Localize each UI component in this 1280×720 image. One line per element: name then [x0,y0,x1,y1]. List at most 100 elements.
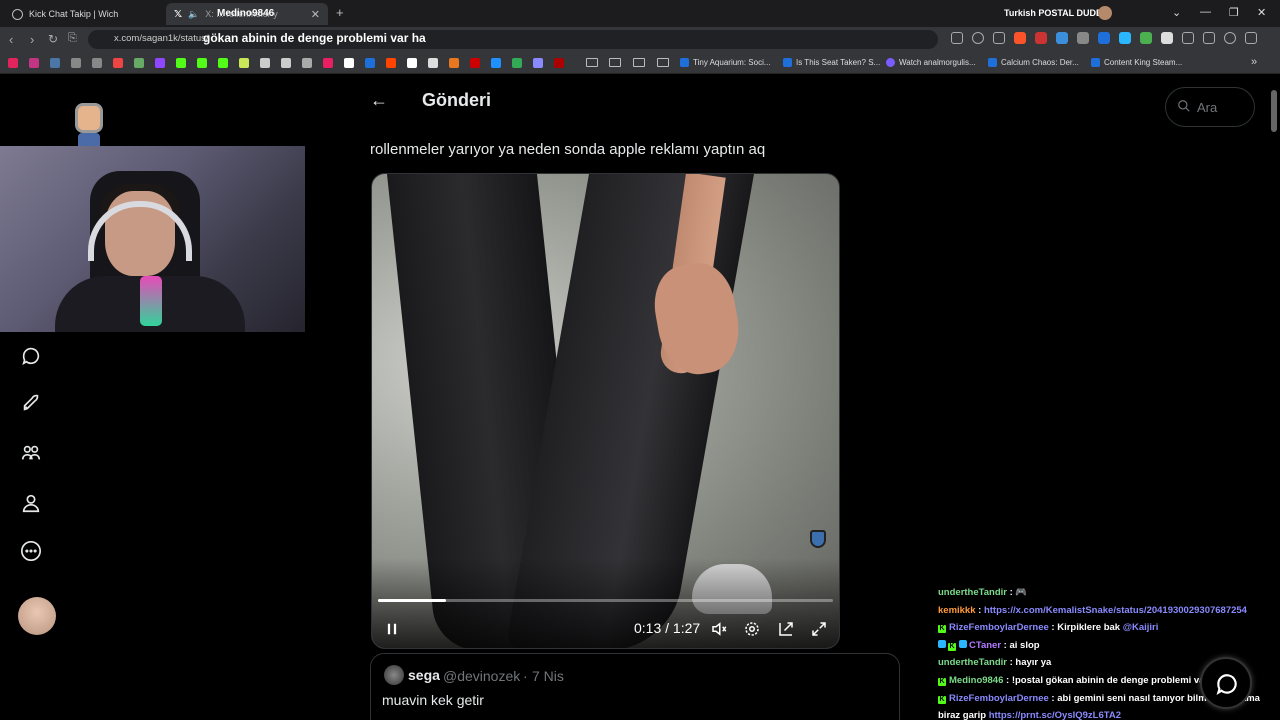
volume-icon[interactable] [709,619,729,639]
chat-overlay-username: Medino9846 [217,8,275,19]
bookmark-favicon-icon[interactable] [344,58,354,68]
bookmark-favicon-icon[interactable] [155,58,165,68]
bookmark-item[interactable]: Is This Seat Taken? S... [783,58,880,67]
extension-icon[interactable] [1077,32,1089,44]
profile-avatar[interactable] [1098,6,1112,20]
maximize-button[interactable]: ❐ [1229,6,1239,19]
profile-icon[interactable] [18,490,44,516]
chat-link[interactable]: https://x.com/KemalistSnake/status/20419… [984,605,1247,616]
zoom-icon[interactable] [972,32,984,44]
bookmark-favicon-icon[interactable] [365,58,375,68]
bookmark-favicon-icon[interactable] [71,58,81,68]
bookmark-favicon-icon[interactable] [428,58,438,68]
bookmark-favicon-icon[interactable] [113,58,123,68]
bookmark-favicon-icon[interactable] [449,58,459,68]
quote-author-name[interactable]: sega [408,667,440,683]
bookmark-favicon-icon[interactable] [197,58,207,68]
picture-in-picture-icon[interactable] [776,619,796,639]
bookmark-favicon-icon[interactable] [554,58,564,68]
bookmark-icon[interactable]: ⎘ [68,32,77,45]
communities-icon[interactable] [18,440,44,466]
new-tab-button[interactable]: + [336,5,344,20]
bookmark-item[interactable]: Calcium Chaos: Der... [988,58,1079,67]
folder-icon[interactable] [633,58,645,67]
extension-icon[interactable] [1119,32,1131,44]
puzzle-icon[interactable] [1182,32,1194,44]
bookmark-favicon-icon[interactable] [8,58,18,68]
bookmark-favicon-icon[interactable] [533,58,543,68]
quote-date[interactable]: 7 Nis [532,668,564,684]
folder-icon[interactable] [657,58,669,67]
back-button[interactable]: ‹ [9,32,13,47]
chat-link[interactable]: https://prnt.sc/OysIQ9zL6TA2 [989,710,1121,720]
chat-username[interactable]: kemikkk [938,605,976,616]
folder-icon[interactable] [609,58,621,67]
bookmark-favicon-icon[interactable] [407,58,417,68]
bookmark-item[interactable]: Watch analmorgulis... [886,58,976,67]
settings-gear-icon[interactable] [742,619,762,639]
bookmark-favicon-icon[interactable] [491,58,501,68]
reload-button[interactable]: ↻ [48,32,58,46]
bookmark-favicon-icon[interactable] [470,58,480,68]
rocket-icon[interactable] [18,390,44,416]
bookmark-favicon-icon[interactable] [218,58,228,68]
bookmark-item[interactable]: Tiny Aquarium: Soci... [680,58,771,67]
chat-username[interactable]: Medino9846 [949,675,1003,686]
quote-avatar[interactable] [384,665,404,685]
bookmark-favicon-icon[interactable] [512,58,522,68]
video-progress-fill [378,599,446,602]
video-player[interactable]: 0:13 / 1:27 [371,173,840,649]
bookmark-favicon-icon[interactable] [176,58,186,68]
bookmark-favicon-icon[interactable] [239,58,249,68]
chat-username[interactable]: RizeFemboylarDernee [949,693,1049,704]
bookmark-favicon-icon[interactable] [302,58,312,68]
extension-icon[interactable] [1098,32,1110,44]
kick-badge-icon: K [938,695,946,704]
messages-icon[interactable] [18,343,44,369]
bookmark-favicon-icon[interactable] [29,58,39,68]
tab-kick-chat[interactable]: Kick Chat Takip | Wich [4,3,164,25]
close-tab-icon[interactable]: ✕ [311,8,320,21]
url-text[interactable]: x.com/sagan1k/status/ [114,33,209,44]
chat-bubble-icon [1216,674,1237,696]
extension-icon[interactable] [1056,32,1068,44]
tab-search-chevron-icon[interactable]: ⌄ [1172,6,1181,19]
bookmark-favicon-icon[interactable] [260,58,270,68]
bookmark-favicon-icon[interactable] [386,58,396,68]
chat-username[interactable]: undertheTandir [938,657,1007,668]
more-options-icon[interactable] [18,538,44,564]
video-progress-bar[interactable] [378,599,833,602]
page-scrollbar[interactable] [1271,90,1277,132]
extension-icon[interactable] [1161,32,1173,44]
back-arrow-icon[interactable]: ← [370,90,388,111]
chat-mention[interactable]: @Kaijiri [1123,622,1159,633]
close-window-button[interactable]: ✕ [1257,6,1266,19]
quoted-tweet[interactable] [370,653,900,720]
forward-button[interactable]: › [30,32,34,47]
menu-icon[interactable] [1245,32,1257,44]
cast-icon[interactable] [951,32,963,44]
media-icon[interactable] [1224,32,1236,44]
chat-username[interactable]: RizeFemboylarDernee [949,622,1049,633]
bookmark-favicon-icon[interactable] [50,58,60,68]
messages-fab[interactable] [1200,657,1252,709]
chat-username[interactable]: CTaner [969,640,1001,651]
bookmark-favicon-icon[interactable] [323,58,333,68]
more-bookmarks-icon[interactable]: » [1251,56,1257,68]
chat-username[interactable]: undertheTandir [938,587,1007,598]
extension-icon[interactable] [1035,32,1047,44]
sidebar-icon[interactable] [1203,32,1215,44]
quote-author-handle[interactable]: @devinozek [443,668,520,684]
extension-icon[interactable] [1140,32,1152,44]
bookmark-favicon-icon[interactable] [92,58,102,68]
minimize-button[interactable]: — [1200,6,1211,18]
bookmark-favicon-icon[interactable] [134,58,144,68]
bookmark-favicon-icon[interactable] [281,58,291,68]
account-avatar[interactable] [18,597,56,635]
folder-icon[interactable] [586,58,598,67]
bookmark-item[interactable]: Content King Steam... [1091,58,1182,67]
pause-button[interactable] [382,619,402,639]
share-icon[interactable] [993,32,1005,44]
fullscreen-icon[interactable] [809,619,829,639]
brave-shield-icon[interactable] [1014,32,1026,44]
